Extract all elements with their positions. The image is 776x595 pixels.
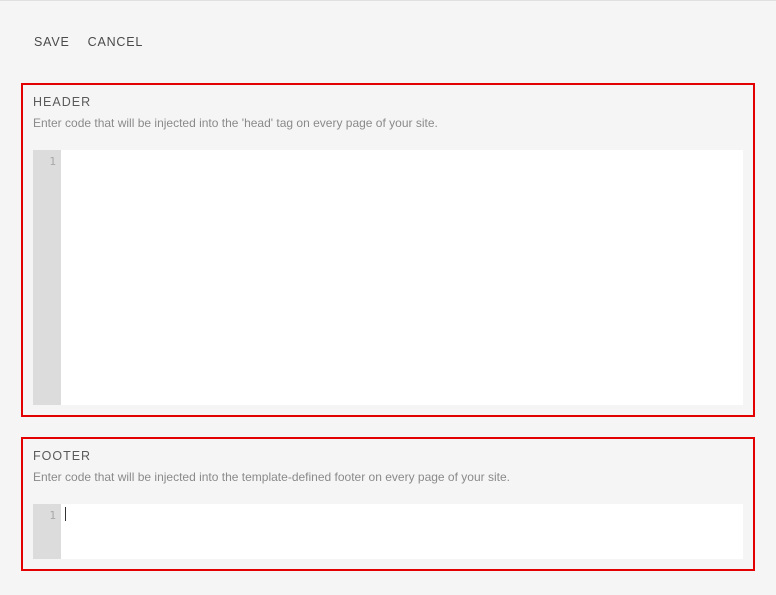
footer-code-editor[interactable]: 1 bbox=[33, 504, 743, 559]
header-section-title: HEADER bbox=[33, 95, 743, 109]
footer-gutter: 1 bbox=[33, 504, 61, 559]
footer-section-description: Enter code that will be injected into th… bbox=[33, 469, 743, 486]
save-button[interactable]: SAVE bbox=[34, 35, 70, 49]
header-section-description: Enter code that will be injected into th… bbox=[33, 115, 743, 132]
footer-section: FOOTER Enter code that will be injected … bbox=[21, 437, 755, 571]
line-number: 1 bbox=[33, 154, 61, 170]
header-gutter: 1 bbox=[33, 150, 61, 405]
cancel-button[interactable]: CANCEL bbox=[88, 35, 144, 49]
text-cursor bbox=[65, 507, 66, 521]
line-number: 1 bbox=[33, 508, 61, 524]
header-section: HEADER Enter code that will be injected … bbox=[21, 83, 755, 417]
header-code-area[interactable] bbox=[61, 150, 743, 405]
footer-section-title: FOOTER bbox=[33, 449, 743, 463]
footer-code-area[interactable] bbox=[61, 504, 743, 559]
toolbar: SAVE CANCEL bbox=[0, 1, 776, 83]
header-code-editor[interactable]: 1 bbox=[33, 150, 743, 405]
